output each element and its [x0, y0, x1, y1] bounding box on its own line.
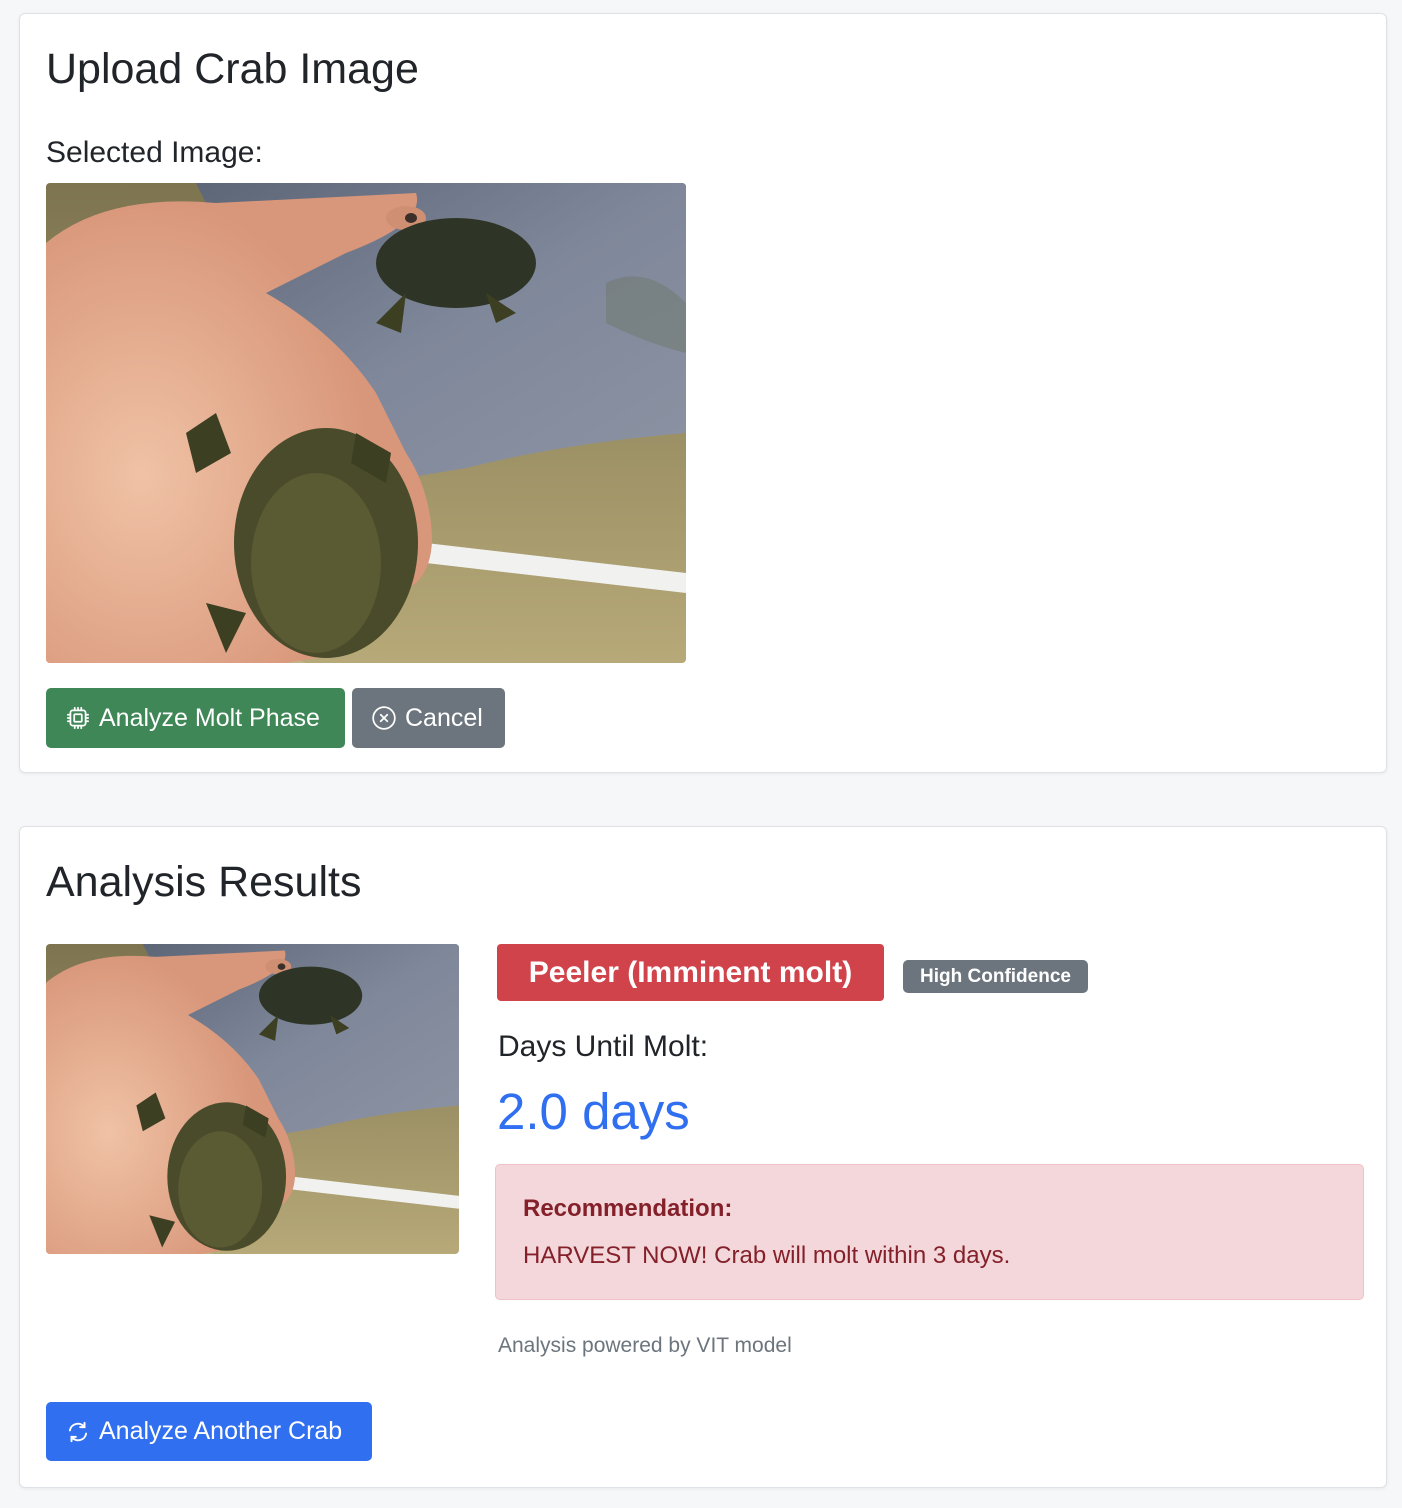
recommendation-title: Recommendation: [523, 1195, 733, 1222]
results-title: Analysis Results [46, 858, 362, 906]
days-until-molt-label: Days Until Molt: [498, 1030, 709, 1063]
selected-crab-image [46, 183, 686, 663]
cancel-button[interactable]: Cancel [352, 688, 505, 748]
another-button-label: Analyze Another Crab [99, 1417, 343, 1445]
model-footnote: Analysis powered by VIT model [498, 1334, 792, 1357]
days-until-molt-value: 2.0 days [497, 1083, 690, 1140]
results-card: Analysis Results Peeler (Imminent molt) … [19, 826, 1387, 1488]
analyze-button-label: Analyze Molt Phase [99, 703, 320, 732]
upload-card: Upload Crab Image Selected Image: Analyz… [19, 13, 1387, 773]
molt-phase-badge: Peeler (Imminent molt) [497, 944, 884, 1001]
analyze-another-crab-button[interactable]: Analyze Another Crab [46, 1402, 372, 1461]
selected-image-label: Selected Image: [46, 136, 263, 169]
confidence-badge: High Confidence [903, 960, 1088, 993]
recommendation-alert: Recommendation: HARVEST NOW! Crab will m… [495, 1164, 1364, 1300]
analyzed-crab-image [46, 944, 459, 1254]
upload-title: Upload Crab Image [46, 45, 419, 93]
cancel-button-label: Cancel [405, 703, 483, 732]
x-circle-icon [372, 706, 396, 730]
analyze-molt-phase-button[interactable]: Analyze Molt Phase [46, 688, 345, 748]
arrow-repeat-icon [68, 1421, 88, 1442]
recommendation-text: HARVEST NOW! Crab will molt within 3 day… [523, 1242, 1011, 1269]
cpu-icon [67, 707, 89, 729]
